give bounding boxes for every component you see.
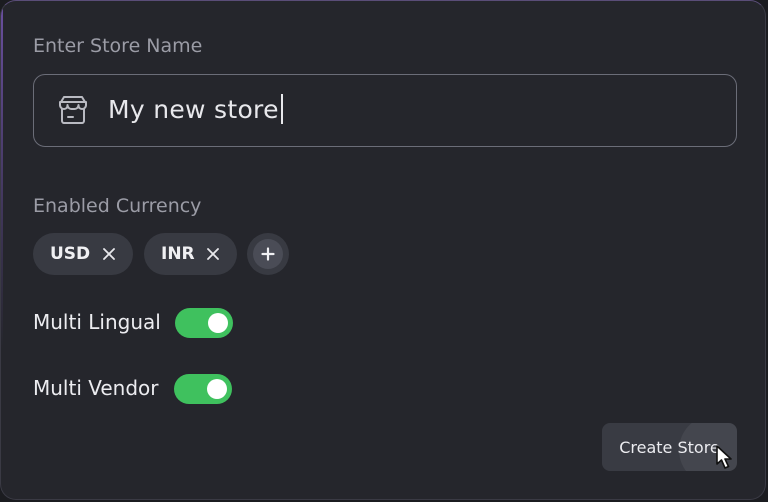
store-icon xyxy=(59,96,87,124)
create-store-label: Create Store xyxy=(619,437,720,457)
currency-chip-label: INR xyxy=(161,244,195,264)
close-icon[interactable] xyxy=(205,246,221,262)
toggle-knob xyxy=(208,313,228,333)
currency-label: Enabled Currency xyxy=(33,195,202,217)
multi-lingual-toggle[interactable] xyxy=(175,308,233,338)
currency-chip-inr: INR xyxy=(144,233,237,275)
store-name-label: Enter Store Name xyxy=(33,35,203,57)
plus-icon xyxy=(261,247,275,261)
currency-chip-usd: USD xyxy=(33,233,133,275)
store-name-text: My new store xyxy=(108,94,279,124)
add-currency-inner xyxy=(253,239,283,269)
store-name-input[interactable]: My new store xyxy=(33,74,737,147)
create-store-card: Enter Store Name My new store Enabled Cu… xyxy=(0,0,766,500)
multi-lingual-label: Multi Lingual xyxy=(33,310,161,334)
store-name-value: My new store xyxy=(108,94,283,124)
multi-vendor-toggle[interactable] xyxy=(174,374,232,404)
multi-vendor-label: Multi Vendor xyxy=(33,376,159,400)
text-caret xyxy=(280,94,283,124)
add-currency-button[interactable] xyxy=(247,233,289,275)
close-icon[interactable] xyxy=(101,246,117,262)
currency-chip-label: USD xyxy=(50,244,91,264)
toggle-knob xyxy=(207,379,227,399)
mouse-pointer-icon xyxy=(716,445,732,469)
